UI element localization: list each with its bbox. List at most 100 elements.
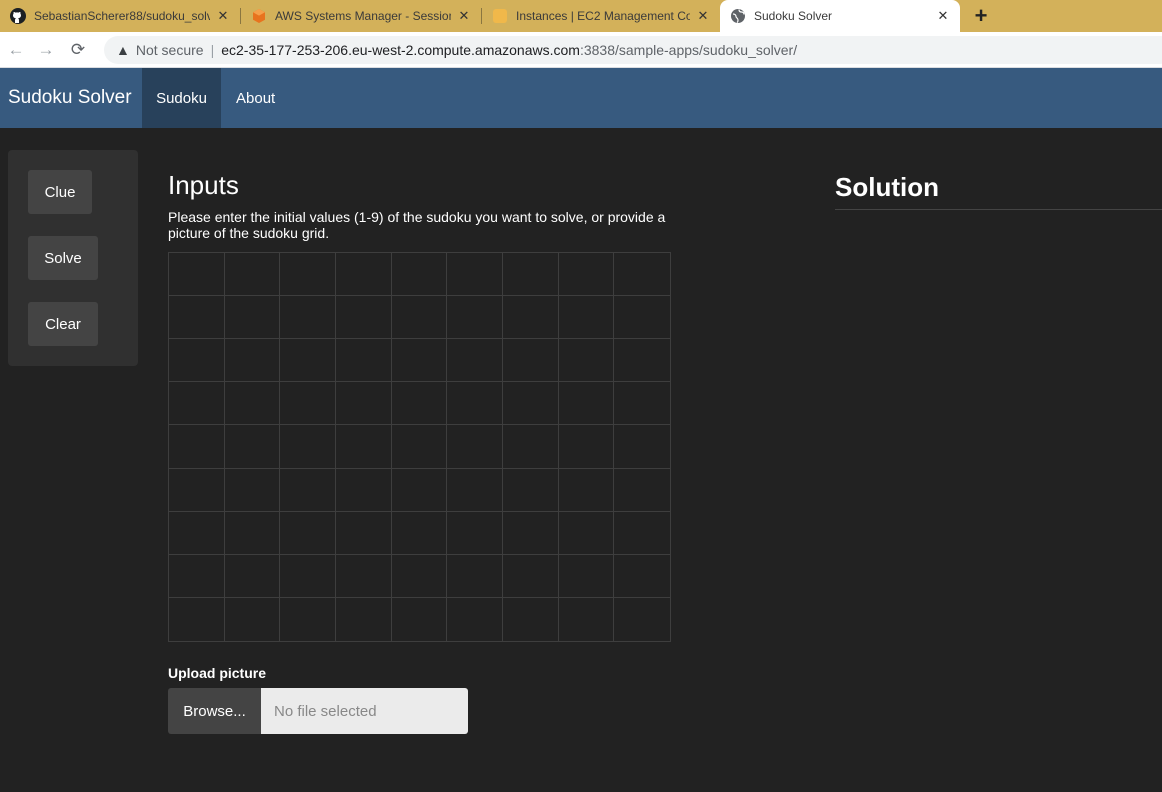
new-tab-button[interactable]: + — [966, 0, 996, 32]
sudoku-cell[interactable] — [224, 597, 281, 641]
nav-tab-sudoku[interactable]: Sudoku — [142, 68, 221, 128]
sudoku-cell[interactable] — [391, 296, 448, 340]
sudoku-cell[interactable] — [224, 554, 281, 598]
sudoku-cell[interactable] — [503, 597, 559, 641]
sudoku-cell[interactable] — [503, 468, 559, 512]
reload-icon[interactable]: ⟳ — [68, 40, 88, 60]
sudoku-cell[interactable] — [447, 597, 503, 641]
sudoku-cell[interactable] — [336, 511, 392, 555]
sudoku-cell[interactable] — [280, 296, 336, 340]
sudoku-cell[interactable] — [558, 339, 615, 383]
sudoku-cell[interactable] — [503, 296, 559, 340]
sudoku-cell[interactable] — [224, 296, 281, 340]
sudoku-cell[interactable] — [558, 468, 615, 512]
sudoku-cell[interactable] — [336, 339, 392, 383]
browse-button[interactable]: Browse... — [168, 688, 261, 734]
sudoku-cell[interactable] — [447, 554, 503, 598]
sudoku-cell[interactable] — [336, 382, 392, 426]
browser-tab-sudoku[interactable]: Sudoku Solver ✕ — [720, 0, 960, 32]
sudoku-cell[interactable] — [169, 382, 225, 426]
sudoku-cell[interactable] — [224, 253, 281, 297]
sudoku-cell[interactable] — [280, 339, 336, 383]
sudoku-cell[interactable] — [503, 554, 559, 598]
sudoku-cell[interactable] — [280, 253, 336, 297]
sudoku-cell[interactable] — [391, 425, 448, 469]
sudoku-cell[interactable] — [447, 425, 503, 469]
back-arrow-icon[interactable]: ← — [6, 40, 26, 60]
sudoku-cell[interactable] — [558, 425, 615, 469]
sudoku-cell[interactable] — [614, 468, 670, 512]
browser-tab-aws[interactable]: AWS Systems Manager - Session ✕ — [241, 0, 481, 32]
sudoku-cell[interactable] — [614, 253, 670, 297]
sudoku-cell[interactable] — [169, 253, 225, 297]
sudoku-cell[interactable] — [447, 296, 503, 340]
brand-title[interactable]: Sudoku Solver — [8, 68, 132, 128]
clear-button[interactable]: Clear — [28, 302, 98, 346]
sudoku-cell[interactable] — [447, 468, 503, 512]
sudoku-cell[interactable] — [558, 382, 615, 426]
sudoku-cell[interactable] — [558, 554, 615, 598]
sudoku-cell[interactable] — [280, 468, 336, 512]
close-icon[interactable]: ✕ — [696, 8, 710, 24]
sudoku-cell[interactable] — [391, 597, 448, 641]
sudoku-cell[interactable] — [336, 253, 392, 297]
sudoku-cell[interactable] — [169, 468, 225, 512]
sudoku-cell[interactable] — [169, 554, 225, 598]
nav-tab-about[interactable]: About — [221, 68, 290, 128]
sudoku-cell[interactable] — [447, 253, 503, 297]
url-input[interactable]: ▲ Not secure | ec2-35-177-253-206.eu-wes… — [104, 36, 1162, 64]
sudoku-cell[interactable] — [224, 468, 281, 512]
sudoku-cell[interactable] — [447, 382, 503, 426]
sudoku-cell[interactable] — [336, 296, 392, 340]
sudoku-cell[interactable] — [558, 511, 615, 555]
sudoku-cell[interactable] — [614, 425, 670, 469]
sudoku-cell[interactable] — [280, 425, 336, 469]
sudoku-cell[interactable] — [503, 382, 559, 426]
sudoku-cell[interactable] — [336, 425, 392, 469]
clue-button[interactable]: Clue — [28, 170, 92, 214]
sudoku-cell[interactable] — [614, 382, 670, 426]
sudoku-cell[interactable] — [614, 554, 670, 598]
sudoku-cell[interactable] — [614, 296, 670, 340]
file-name-field[interactable]: No file selected — [261, 688, 468, 734]
sudoku-cell[interactable] — [336, 597, 392, 641]
sudoku-cell[interactable] — [391, 511, 448, 555]
sudoku-cell[interactable] — [391, 253, 448, 297]
sudoku-cell[interactable] — [169, 296, 225, 340]
forward-arrow-icon[interactable]: → — [36, 40, 56, 60]
close-icon[interactable]: ✕ — [457, 8, 471, 24]
sudoku-cell[interactable] — [280, 554, 336, 598]
sudoku-cell[interactable] — [391, 339, 448, 383]
sudoku-cell[interactable] — [558, 253, 615, 297]
sudoku-cell[interactable] — [224, 425, 281, 469]
sudoku-cell[interactable] — [169, 511, 225, 555]
browser-tab-github[interactable]: SebastianScherer88/sudoku_solv ✕ — [0, 0, 240, 32]
close-icon[interactable]: ✕ — [216, 8, 230, 24]
sudoku-cell[interactable] — [336, 554, 392, 598]
sudoku-cell[interactable] — [391, 468, 448, 512]
sudoku-cell[interactable] — [224, 339, 281, 383]
sudoku-cell[interactable] — [169, 597, 225, 641]
sudoku-cell[interactable] — [169, 339, 225, 383]
sudoku-cell[interactable] — [280, 597, 336, 641]
sudoku-cell[interactable] — [558, 296, 615, 340]
sudoku-cell[interactable] — [503, 253, 559, 297]
sudoku-cell[interactable] — [503, 511, 559, 555]
sudoku-cell[interactable] — [447, 511, 503, 555]
browser-tab-ec2[interactable]: Instances | EC2 Management Co ✕ — [482, 0, 720, 32]
sudoku-cell[interactable] — [280, 382, 336, 426]
sudoku-cell[interactable] — [447, 339, 503, 383]
sudoku-cell[interactable] — [224, 382, 281, 426]
sudoku-cell[interactable] — [224, 511, 281, 555]
sudoku-cell[interactable] — [614, 597, 670, 641]
sudoku-cell[interactable] — [558, 597, 615, 641]
sudoku-cell[interactable] — [503, 339, 559, 383]
sudoku-cell[interactable] — [503, 425, 559, 469]
sudoku-cell[interactable] — [336, 468, 392, 512]
sudoku-cell[interactable] — [391, 382, 448, 426]
sudoku-cell[interactable] — [614, 511, 670, 555]
solve-button[interactable]: Solve — [28, 236, 98, 280]
close-icon[interactable]: ✕ — [936, 8, 950, 24]
sudoku-cell[interactable] — [169, 425, 225, 469]
sudoku-cell[interactable] — [280, 511, 336, 555]
